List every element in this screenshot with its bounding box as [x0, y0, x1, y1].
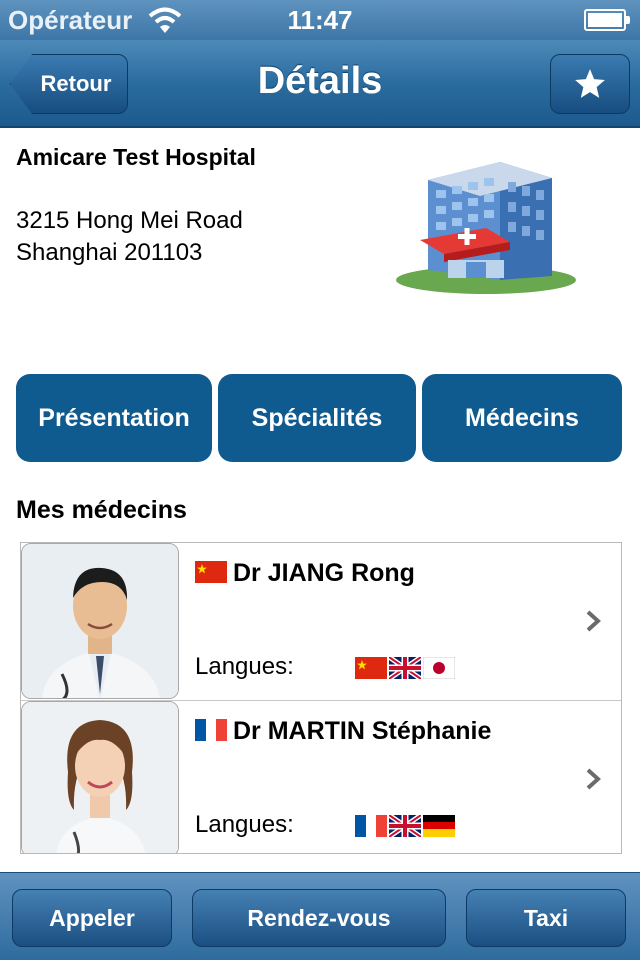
tab-specialites[interactable]: Spécialités [218, 374, 416, 462]
address-line-2: Shanghai 201103 [16, 239, 203, 266]
tab-presentation[interactable]: Présentation [16, 374, 212, 462]
list-item[interactable]: Dr MARTIN Stéphanie Langues: [21, 701, 621, 853]
china-flag-icon [195, 561, 227, 583]
doctor-name: Dr JIANG Rong [233, 559, 415, 587]
uk-flag-icon [389, 815, 421, 837]
taxi-button-label: Taxi [523, 904, 569, 931]
status-bar: Opérateur 11:47 [0, 0, 640, 40]
hospital-building-icon [396, 162, 576, 294]
doctor-name: Dr MARTIN Stéphanie [233, 717, 492, 745]
japan-flag-icon [423, 657, 455, 679]
doctor-photo [21, 701, 179, 853]
star-icon [575, 69, 605, 98]
section-title-doctors: Mes médecins [16, 496, 187, 524]
languages-label: Langues: [195, 653, 294, 680]
doctor-photo [21, 543, 179, 699]
clock: 11:47 [287, 5, 353, 35]
battery-icon [584, 9, 630, 31]
france-flag-icon [195, 719, 227, 741]
call-button[interactable]: Appeler [12, 889, 172, 947]
tab-presentation-label: Présentation [38, 403, 190, 432]
page-title: Détails [257, 60, 383, 102]
hospital-address: 3215 Hong Mei Road Shanghai 201103 [16, 205, 243, 269]
tab-medecins-label: Médecins [465, 403, 579, 432]
france-flag-icon [355, 815, 387, 837]
languages-flags [355, 657, 455, 679]
hospital-name: Amicare Test Hospital [16, 144, 256, 170]
navigation-bar: Retour Détails [0, 40, 640, 128]
taxi-button[interactable]: Taxi [466, 889, 626, 947]
appointment-button-label: Rendez-vous [247, 904, 391, 931]
doctor-list: Dr JIANG Rong Langues: Dr MARTIN Stéphan… [20, 542, 622, 854]
chevron-right-icon [586, 610, 601, 632]
chevron-right-icon [586, 768, 601, 790]
call-button-label: Appeler [49, 904, 135, 931]
germany-flag-icon [423, 815, 455, 837]
languages-flags [355, 815, 455, 837]
bottom-toolbar: Appeler Rendez-vous Taxi [0, 872, 640, 960]
favorite-button[interactable] [550, 54, 630, 114]
languages-label: Langues: [195, 811, 294, 838]
china-flag-icon [355, 657, 387, 679]
list-item[interactable]: Dr JIANG Rong Langues: [21, 543, 621, 701]
appointment-button[interactable]: Rendez-vous [192, 889, 446, 947]
address-line-1: 3215 Hong Mei Road [16, 207, 243, 234]
uk-flag-icon [389, 657, 421, 679]
tab-medecins[interactable]: Médecins [422, 374, 622, 462]
tab-specialites-label: Spécialités [251, 403, 383, 432]
